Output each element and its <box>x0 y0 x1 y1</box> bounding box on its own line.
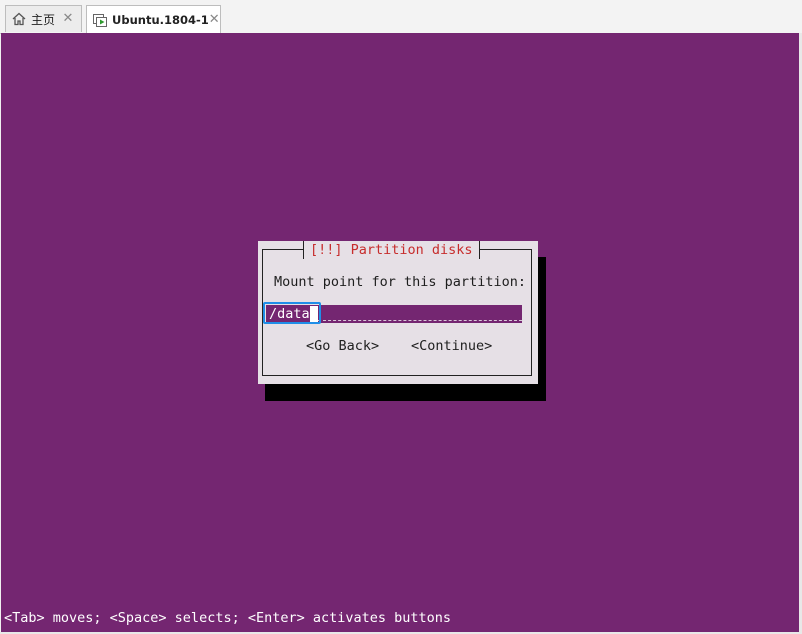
home-icon <box>11 11 27 27</box>
text-cursor <box>310 306 318 322</box>
keyboard-hint: <Tab> moves; <Space> selects; <Enter> ac… <box>4 610 452 626</box>
dialog-title-box: [!!] Partition disks <box>303 241 480 259</box>
mount-point-prompt: Mount point for this partition: <box>274 274 526 290</box>
tab-ubuntu-vm[interactable]: Ubuntu.1804-1 ✕ <box>86 5 221 33</box>
tab-home[interactable]: 主页 ✕ <box>5 5 82 32</box>
dialog-title: [!!] Partition disks <box>310 242 473 258</box>
close-icon[interactable]: ✕ <box>209 12 220 27</box>
mount-point-input[interactable]: /data <box>266 305 522 323</box>
tab-bar: 主页 ✕ Ubuntu.1804-1 ✕ <box>0 0 802 34</box>
continue-button[interactable]: <Continue> <box>411 338 492 354</box>
mount-point-value: /data <box>269 306 310 322</box>
vm-console[interactable]: [!!] Partition disks Mount point for thi… <box>1 33 799 632</box>
input-underline <box>318 320 522 321</box>
go-back-button[interactable]: <Go Back> <box>306 338 379 354</box>
vm-icon <box>92 12 108 28</box>
tab-ubuntu-vm-label: Ubuntu.1804-1 <box>112 12 209 27</box>
close-icon[interactable]: ✕ <box>61 12 75 26</box>
partition-dialog: [!!] Partition disks Mount point for thi… <box>258 241 538 384</box>
tab-home-label: 主页 <box>31 12 56 27</box>
vm-window: 主页 ✕ Ubuntu.1804-1 ✕ [!!] Partition disk… <box>0 0 802 634</box>
